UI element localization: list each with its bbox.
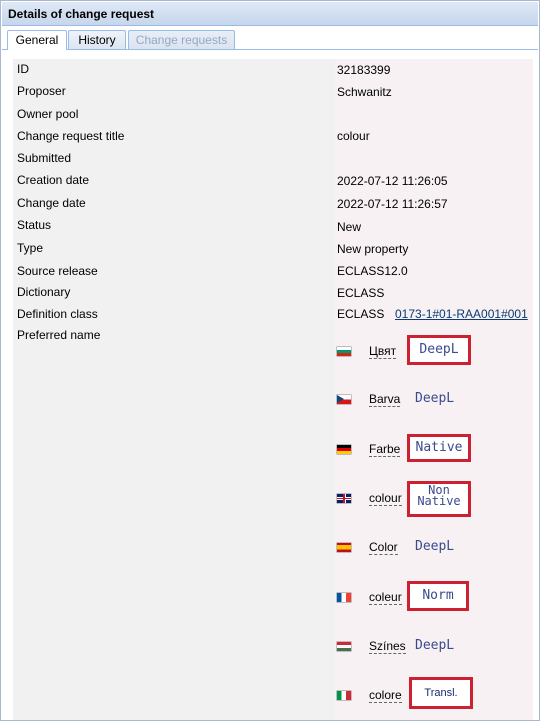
preferred-name-cs: Barva DeepL — [337, 385, 517, 415]
preferred-name-cs-text[interactable]: Barva — [369, 393, 401, 407]
tag-deepl-es: DeepL — [415, 539, 455, 554]
preferred-name-de-text[interactable]: Farbe — [369, 443, 401, 457]
tag-deepl-cs: DeepL — [415, 391, 455, 406]
label-dictionary: Dictionary — [17, 285, 71, 299]
tag-non-native-line2: Native — [417, 494, 461, 508]
tag-native-de: Native — [407, 434, 471, 462]
value-source-release: ECLASS12.0 — [337, 264, 408, 278]
tag-non-native-en: Non Native — [407, 481, 471, 517]
value-definition-class: ECLASS — [337, 307, 385, 321]
label-creation-date: Creation date — [17, 173, 90, 187]
tab-history[interactable]: History — [68, 30, 126, 49]
details-form: ID 32183399 Proposer Schwanitz Owner poo… — [13, 59, 533, 720]
tag-norm-fr: Norm — [407, 581, 469, 611]
preferred-name-hu: Színes DeepL — [337, 632, 517, 662]
value-dictionary: ECLASS — [337, 286, 385, 300]
preferred-name-it: colore Transl. — [337, 677, 517, 711]
spain-flag-icon — [337, 543, 351, 552]
tag-deepl-hu: DeepL — [415, 638, 455, 653]
value-id: 32183399 — [337, 63, 391, 77]
preferred-name-de: Farbe Native — [337, 434, 517, 465]
czech-flag-icon — [337, 395, 351, 404]
change-request-panel: Details of change request General Histor… — [0, 0, 540, 721]
italy-flag-icon — [337, 691, 351, 700]
label-id: ID — [17, 62, 29, 76]
value-change-date: 2022-07-12 11:26:57 — [337, 197, 448, 211]
preferred-name-fr-text[interactable]: coleur — [369, 591, 402, 605]
label-proposer: Proposer — [17, 84, 66, 98]
value-creation-date: 2022-07-12 11:26:05 — [337, 174, 448, 188]
preferred-name-fr: coleur Norm — [337, 581, 517, 613]
label-change-request-title: Change request title — [17, 129, 125, 143]
germany-flag-icon — [337, 445, 351, 454]
preferred-name-bg: Цвят DeepL — [337, 335, 517, 367]
preferred-name-hu-text[interactable]: Színes — [369, 640, 406, 654]
label-owner-pool: Owner pool — [17, 107, 79, 121]
definition-class-link[interactable]: 0173-1#01-RAA001#001 — [395, 307, 528, 321]
label-preferred-name: Preferred name — [17, 328, 101, 342]
bulgaria-flag-icon — [337, 347, 351, 356]
tab-change-requests: Change requests — [128, 30, 235, 49]
value-proposer: Schwanitz — [337, 85, 392, 99]
preferred-name-it-text[interactable]: colore — [369, 689, 402, 703]
tab-strip: General History Change requests — [2, 27, 538, 50]
tag-deepl-bg: DeepL — [407, 335, 471, 365]
preferred-name-es-text[interactable]: Color — [369, 541, 398, 555]
value-change-request-title: colour — [337, 129, 370, 143]
panel-title: Details of change request — [2, 2, 538, 26]
preferred-name-en: colour Non Native — [337, 481, 517, 517]
preferred-name-es: Color DeepL — [337, 533, 517, 563]
france-flag-icon — [337, 593, 351, 602]
label-status: Status — [17, 218, 52, 232]
label-submitted: Submitted — [17, 151, 72, 165]
tag-transl-it: Transl. — [409, 677, 473, 709]
value-status: New — [337, 220, 362, 234]
value-type: New property — [337, 242, 409, 256]
label-type: Type — [17, 241, 44, 255]
hungary-flag-icon — [337, 642, 351, 651]
label-change-date: Change date — [17, 196, 86, 210]
preferred-name-bg-text[interactable]: Цвят — [369, 345, 397, 359]
uk-flag-icon — [337, 494, 351, 503]
preferred-name-en-text[interactable]: colour — [369, 492, 402, 506]
label-definition-class: Definition class — [17, 307, 98, 321]
tab-general[interactable]: General — [7, 30, 67, 50]
label-source-release: Source release — [17, 264, 98, 278]
